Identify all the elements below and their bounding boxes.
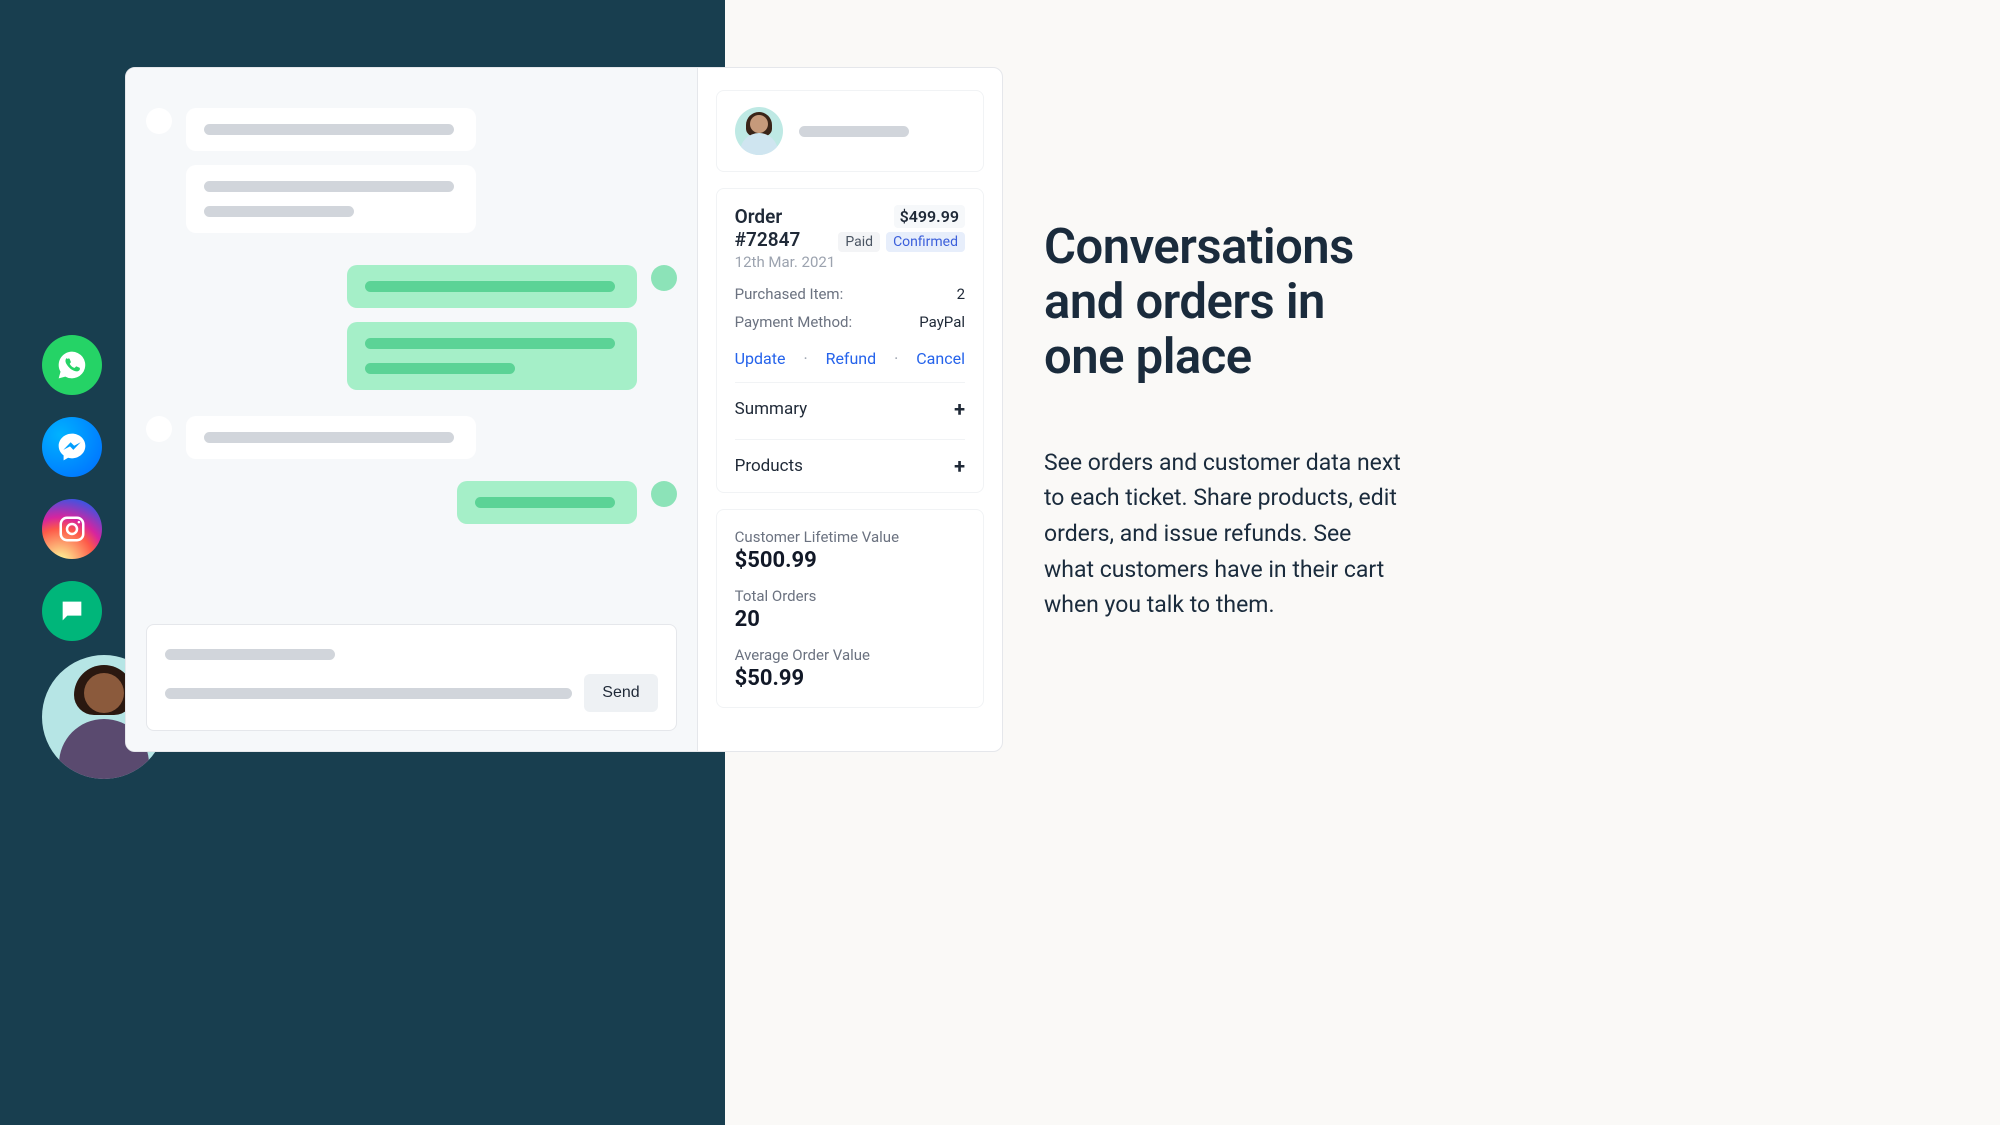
clv-value: $500.99 [735, 548, 965, 573]
purchased-item-value: 2 [957, 285, 965, 303]
status-badge-paid: Paid [838, 232, 880, 252]
agent-avatar-small [651, 481, 677, 507]
order-price: $499.99 [894, 205, 965, 228]
order-side-pane: Order #72847 12th Mar. 2021 $499.99 Paid… [698, 68, 1002, 751]
total-orders-value: 20 [735, 607, 965, 632]
channel-icons [42, 335, 102, 641]
customer-avatar-small [146, 108, 172, 134]
order-card: Order #72847 12th Mar. 2021 $499.99 Paid… [716, 188, 984, 493]
stats-card: Customer Lifetime Value $500.99 Total Or… [716, 509, 984, 708]
update-link[interactable]: Update [735, 349, 786, 368]
summary-accordion[interactable]: Summary + [735, 382, 965, 425]
clv-label: Customer Lifetime Value [735, 528, 965, 546]
products-accordion[interactable]: Products + [735, 439, 965, 482]
hero-text: Conversations and orders in one place Se… [1044, 220, 1404, 623]
customer-avatar [735, 107, 783, 155]
message-composer[interactable]: Send [146, 624, 677, 731]
plus-icon: + [954, 454, 965, 478]
messenger-icon[interactable] [42, 417, 102, 477]
order-title: Order #72847 [735, 205, 839, 251]
instagram-icon[interactable] [42, 499, 102, 559]
outgoing-message [146, 322, 677, 390]
send-button[interactable]: Send [584, 674, 657, 712]
order-date: 12th Mar. 2021 [735, 253, 839, 271]
whatsapp-icon[interactable] [42, 335, 102, 395]
hero-body: See orders and customer data next to eac… [1044, 445, 1404, 623]
cancel-link[interactable]: Cancel [916, 349, 965, 368]
products-label: Products [735, 456, 803, 476]
incoming-message [146, 108, 677, 151]
hero-title: Conversations and orders in one place [1044, 220, 1404, 385]
refund-link[interactable]: Refund [826, 349, 877, 368]
app-window: Send Order #72847 12th Mar. 2021 $499.99… [125, 67, 1003, 752]
customer-card [716, 90, 984, 172]
incoming-message [146, 416, 677, 459]
customer-avatar-small [146, 416, 172, 442]
payment-method-value: PayPal [919, 313, 965, 331]
chat-pane: Send [126, 68, 698, 751]
plus-icon: + [954, 397, 965, 421]
incoming-message [146, 165, 677, 233]
outgoing-message [146, 265, 677, 308]
summary-label: Summary [735, 399, 807, 419]
payment-method-label: Payment Method: [735, 313, 852, 331]
chat-icon[interactable] [42, 581, 102, 641]
aov-value: $50.99 [735, 666, 965, 691]
status-badge-confirmed: Confirmed [886, 232, 965, 252]
aov-label: Average Order Value [735, 646, 965, 664]
outgoing-message [146, 481, 677, 524]
purchased-item-label: Purchased Item: [735, 285, 844, 303]
agent-avatar-small [651, 265, 677, 291]
total-orders-label: Total Orders [735, 587, 965, 605]
